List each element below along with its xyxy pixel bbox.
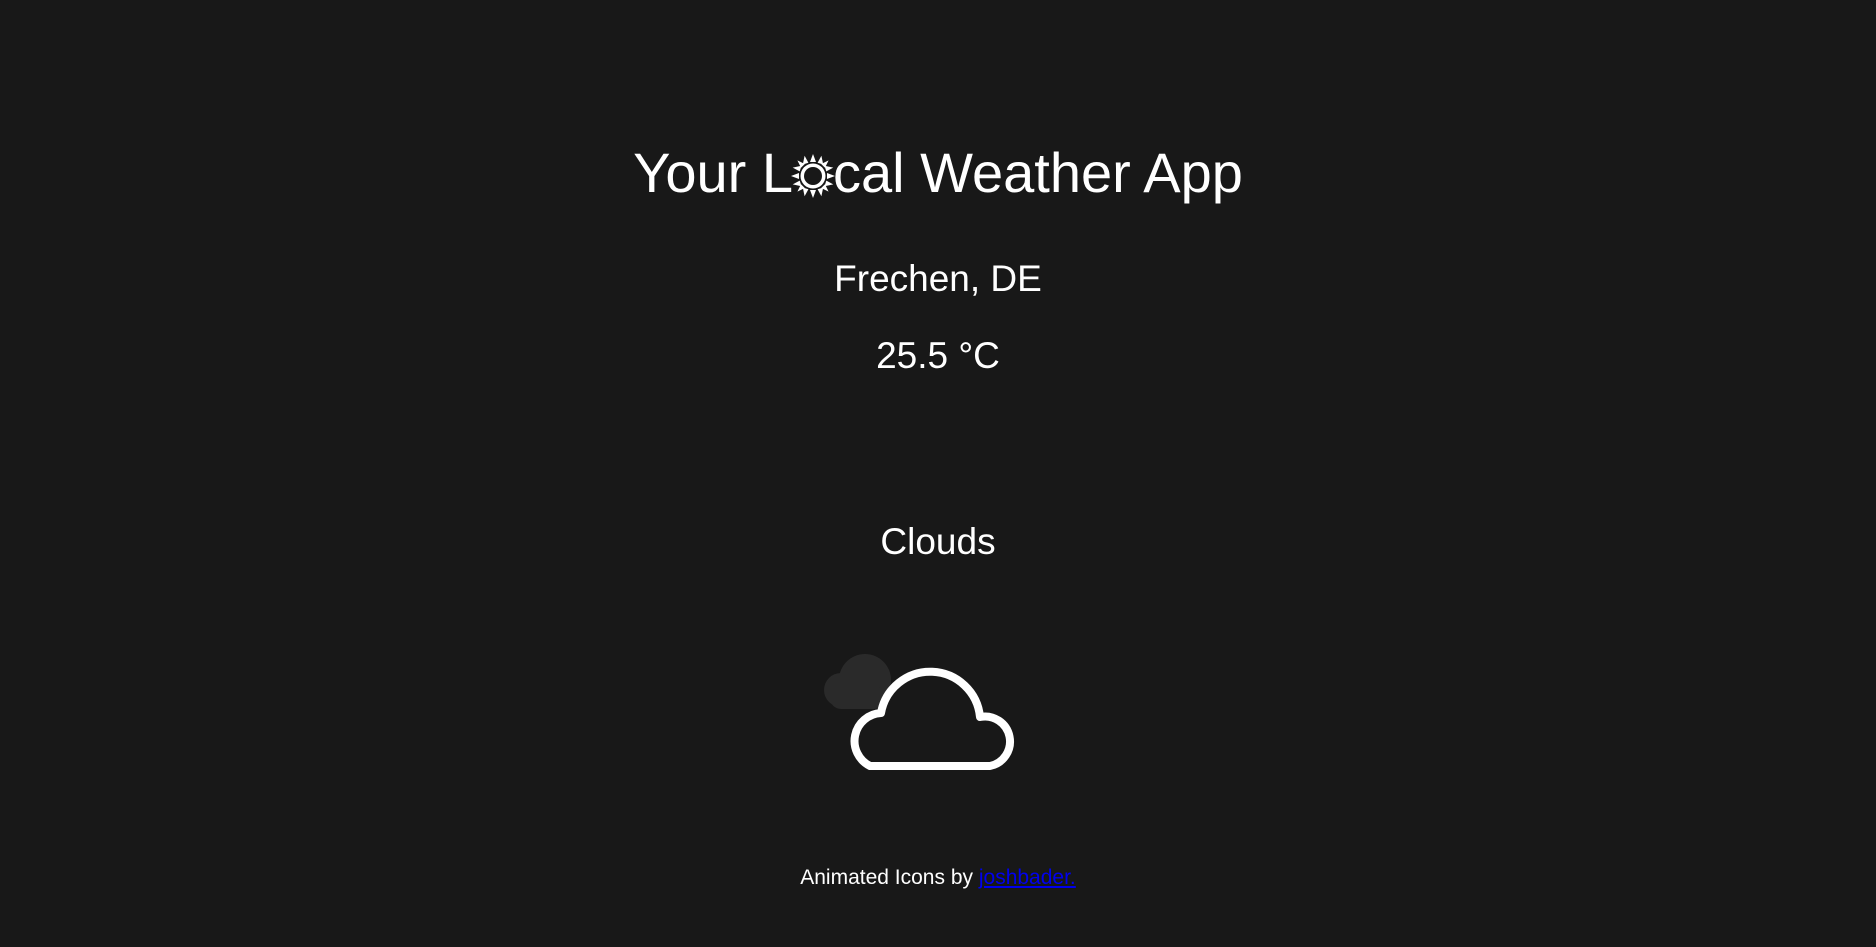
page-title: Your L cal Weather App (0, 138, 1876, 208)
weather-condition: Clouds (880, 521, 996, 562)
footer-credit: Animated Icons by joshbader. (0, 864, 1876, 892)
location-label: Frechen, DE (834, 258, 1042, 299)
temperature-value: 25.5 °C (876, 335, 1000, 376)
sun-icon (790, 154, 835, 198)
credit-text: Animated Icons by (800, 866, 973, 889)
title-text-end: cal Weather App (832, 141, 1243, 204)
title-text-start: Your L (633, 141, 793, 204)
weather-app-page: Your L cal Weather App Frechen, DE 25.5 °… (0, 0, 1876, 947)
credit-link[interactable]: joshbader. (979, 866, 1076, 889)
cloud-icon (824, 654, 1014, 770)
